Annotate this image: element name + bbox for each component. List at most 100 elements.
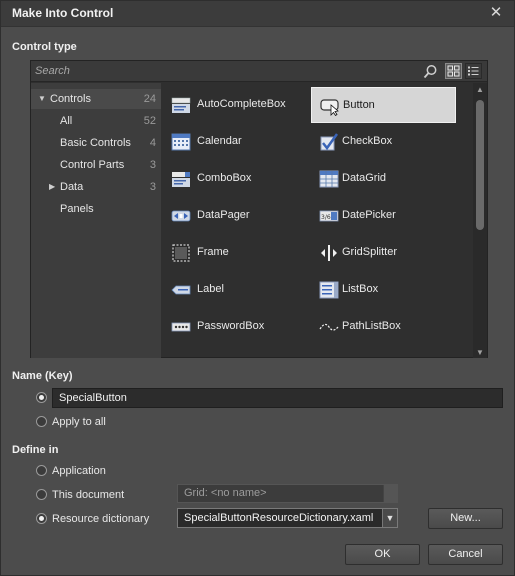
autocompletebox-icon bbox=[171, 97, 191, 113]
close-icon[interactable]: ✕ bbox=[488, 4, 504, 22]
control-grid: AutoCompleteBox Button Calendar CheckBox… bbox=[163, 83, 473, 358]
resource-dictionary-radio[interactable] bbox=[36, 513, 47, 524]
this-document-radio[interactable] bbox=[36, 489, 47, 500]
pathlistbox-icon bbox=[319, 323, 339, 331]
resource-dictionary-label: Resource dictionary bbox=[52, 513, 150, 525]
control-label: Frame bbox=[197, 246, 229, 258]
control-item-checkbox[interactable]: CheckBox bbox=[311, 124, 456, 160]
scroll-up-icon[interactable]: ▲ bbox=[476, 85, 484, 94]
new-dictionary-button[interactable]: New... bbox=[428, 508, 503, 529]
passwordbox-icon bbox=[171, 322, 191, 332]
application-radio[interactable] bbox=[36, 465, 47, 476]
name-key-label: Name (Key) bbox=[12, 370, 73, 382]
combobox-icon bbox=[172, 172, 190, 187]
document-element-dropdown bbox=[383, 485, 397, 502]
tree-item-label: Controls bbox=[50, 93, 91, 105]
gridsplitter-icon bbox=[321, 245, 337, 261]
expanded-arrow-icon: ▼ bbox=[38, 94, 46, 103]
grid-view-button[interactable] bbox=[445, 63, 462, 79]
define-in-label: Define in bbox=[12, 444, 59, 456]
tree-item-count: 52 bbox=[143, 115, 156, 127]
control-label: GridSplitter bbox=[342, 246, 398, 258]
application-label: Application bbox=[52, 465, 106, 477]
control-item-frame[interactable]: Frame bbox=[163, 235, 308, 271]
tree-item-count: 3 bbox=[149, 159, 156, 171]
control-item-pathlistbox[interactable]: PathListBox bbox=[311, 309, 456, 345]
button-icon bbox=[320, 99, 339, 116]
control-item-calendar[interactable]: Calendar bbox=[163, 124, 308, 160]
list-view-button[interactable] bbox=[465, 63, 482, 79]
tree-item-label: Panels bbox=[60, 203, 94, 215]
control-item-autocompletebox[interactable]: AutoCompleteBox bbox=[163, 87, 308, 123]
control-item-combobox[interactable]: ComboBox bbox=[163, 161, 308, 197]
apply-to-all-radio[interactable] bbox=[36, 416, 47, 427]
category-tree: ▼ Controls 24 All 52 Basic Controls 4 Co… bbox=[31, 83, 161, 358]
collapsed-arrow-icon: ▶ bbox=[49, 182, 56, 191]
control-label: CheckBox bbox=[342, 135, 393, 147]
control-type-panel: ▼ Controls 24 All 52 Basic Controls 4 Co… bbox=[30, 60, 488, 358]
control-grid-scrollbar[interactable]: ▲ ▼ bbox=[473, 83, 487, 358]
control-label: ComboBox bbox=[197, 172, 252, 184]
tree-item-data[interactable]: ▶ Data 3 bbox=[31, 177, 156, 197]
control-label: Label bbox=[197, 283, 224, 295]
tree-item-count: 4 bbox=[149, 137, 156, 149]
chevron-down-icon[interactable]: ▼ bbox=[382, 509, 397, 527]
search-icon[interactable] bbox=[423, 64, 438, 79]
checkbox-icon bbox=[320, 133, 339, 151]
control-label: DatePicker bbox=[342, 209, 396, 221]
name-key-input[interactable]: SpecialButton bbox=[52, 388, 503, 408]
control-label: AutoCompleteBox bbox=[197, 98, 286, 110]
list-view-icon bbox=[468, 66, 479, 76]
search-bar bbox=[31, 61, 487, 82]
svg-text:3/6: 3/6 bbox=[321, 214, 331, 221]
resource-dictionary-value: SpecialButtonResourceDictionary.xaml bbox=[184, 512, 374, 524]
control-label: Button bbox=[343, 99, 375, 111]
control-item-gridsplitter[interactable]: GridSplitter bbox=[311, 235, 456, 271]
document-element-value: Grid: <no name> bbox=[184, 487, 267, 499]
this-document-label: This document bbox=[52, 489, 125, 501]
control-label: DataPager bbox=[197, 209, 250, 221]
tree-item-label: All bbox=[60, 115, 73, 127]
make-into-control-dialog: Make Into Control ✕ Control type Search … bbox=[0, 0, 515, 576]
control-label: DataGrid bbox=[342, 172, 387, 184]
tree-item-count: 3 bbox=[149, 181, 156, 193]
tree-item-basic-controls[interactable]: Basic Controls 4 bbox=[60, 133, 156, 153]
control-type-label: Control type bbox=[12, 41, 77, 53]
frame-icon bbox=[172, 244, 190, 262]
tree-item-label: Data bbox=[60, 181, 84, 193]
search-input[interactable] bbox=[35, 63, 415, 79]
control-item-passwordbox[interactable]: PasswordBox bbox=[163, 309, 308, 345]
control-item-listbox[interactable]: ListBox bbox=[311, 272, 456, 308]
control-item-datapager[interactable]: DataPager bbox=[163, 198, 308, 234]
label-icon bbox=[171, 285, 191, 295]
control-item-label[interactable]: Label bbox=[163, 272, 308, 308]
tree-item-controls[interactable]: ▼ Controls 24 bbox=[31, 89, 161, 109]
ok-button[interactable]: OK bbox=[345, 544, 420, 565]
tree-item-count: 24 bbox=[143, 93, 156, 105]
control-item-datagrid[interactable]: DataGrid bbox=[311, 161, 456, 197]
name-key-radio[interactable] bbox=[36, 392, 47, 403]
control-label: ListBox bbox=[342, 283, 379, 295]
control-item-datepicker[interactable]: 3/6 DatePicker bbox=[311, 198, 456, 234]
control-label: PathListBox bbox=[342, 320, 401, 332]
title-bar: Make Into Control ✕ bbox=[1, 1, 514, 27]
control-item-button[interactable]: Button bbox=[311, 87, 456, 123]
calendar-icon bbox=[171, 133, 191, 151]
tree-item-control-parts[interactable]: Control Parts 3 bbox=[60, 155, 156, 175]
tree-item-label: Basic Controls bbox=[60, 137, 131, 149]
scroll-down-icon[interactable]: ▼ bbox=[476, 348, 484, 357]
scrollbar-thumb[interactable] bbox=[476, 100, 484, 230]
tree-item-label: Control Parts bbox=[60, 159, 125, 171]
datepicker-icon: 3/6 bbox=[319, 210, 339, 222]
document-element-select: Grid: <no name> bbox=[177, 484, 398, 503]
grid-view-icon bbox=[447, 65, 460, 77]
control-label: PasswordBox bbox=[197, 320, 265, 332]
listbox-icon bbox=[319, 281, 339, 299]
cancel-button[interactable]: Cancel bbox=[428, 544, 503, 565]
control-label: Calendar bbox=[197, 135, 242, 147]
resource-dictionary-select[interactable]: SpecialButtonResourceDictionary.xaml ▼ bbox=[177, 508, 398, 528]
apply-to-all-label: Apply to all bbox=[52, 416, 106, 428]
tree-item-all[interactable]: All 52 bbox=[60, 111, 156, 131]
datagrid-icon bbox=[319, 170, 339, 188]
tree-item-panels[interactable]: Panels bbox=[60, 199, 156, 219]
